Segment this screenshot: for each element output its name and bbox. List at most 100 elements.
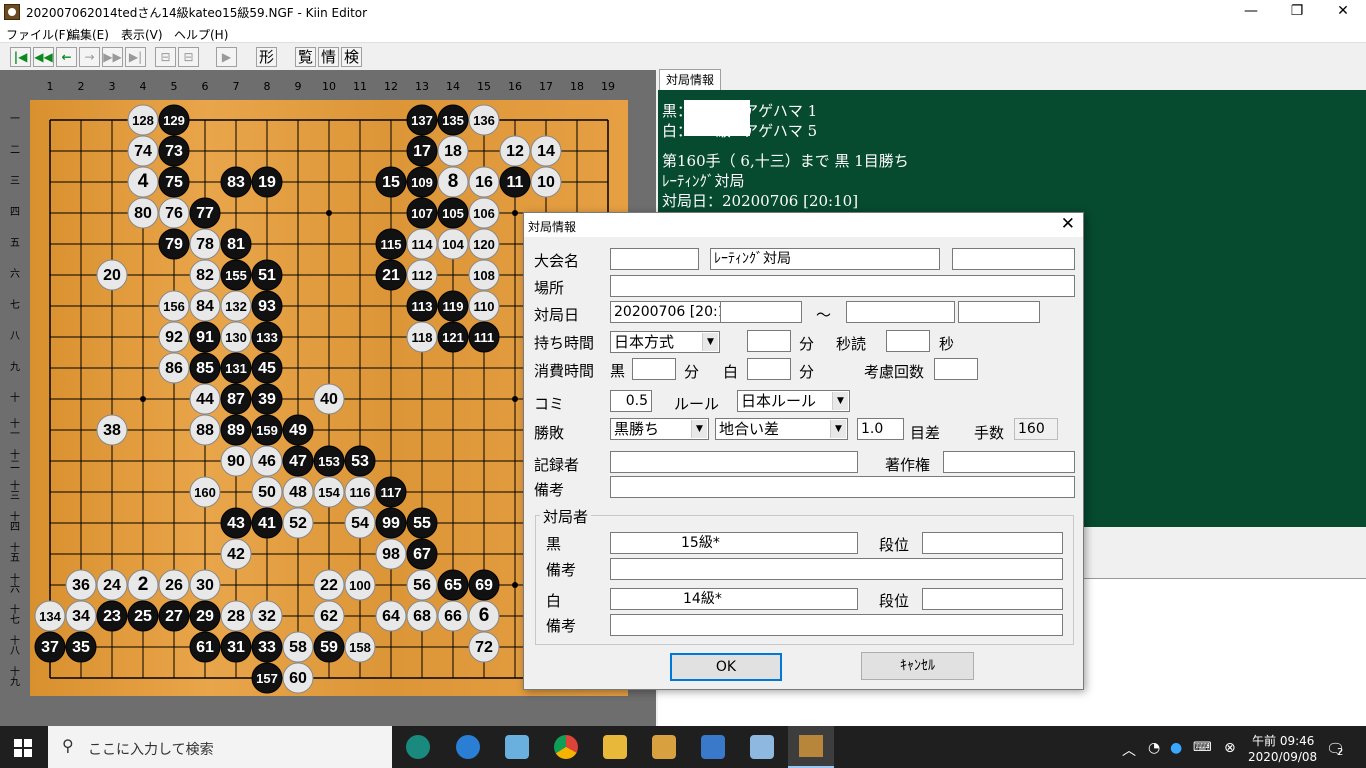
white-stone[interactable]: 108 bbox=[468, 259, 500, 291]
black-stone[interactable]: 111 bbox=[468, 321, 500, 353]
black-stone[interactable]: 153 bbox=[313, 445, 345, 477]
white-stone[interactable]: 118 bbox=[406, 321, 438, 353]
white-stone[interactable]: 72 bbox=[468, 631, 500, 663]
black-stone[interactable]: 69 bbox=[468, 569, 500, 601]
black-stone[interactable]: 135 bbox=[437, 104, 469, 136]
black-stone[interactable]: 159 bbox=[251, 414, 283, 446]
white-stone[interactable]: 48 bbox=[282, 476, 314, 508]
white-stone[interactable]: 44 bbox=[189, 383, 221, 415]
ok-button[interactable]: OK bbox=[670, 653, 782, 681]
black-stone[interactable]: 109 bbox=[406, 166, 438, 198]
black-stone[interactable]: 133 bbox=[251, 321, 283, 353]
white-stone[interactable]: 60 bbox=[282, 662, 314, 694]
black-stone[interactable]: 121 bbox=[437, 321, 469, 353]
white-stone[interactable]: 114 bbox=[406, 228, 438, 260]
white-stone[interactable]: 24 bbox=[96, 569, 128, 601]
black-stone[interactable]: 73 bbox=[158, 135, 190, 167]
black-stone[interactable]: 55 bbox=[406, 507, 438, 539]
white-stone[interactable]: 84 bbox=[189, 290, 221, 322]
black-stone[interactable]: 17 bbox=[406, 135, 438, 167]
variation-prev-icon[interactable]: ⊟ bbox=[155, 47, 176, 67]
white-stone[interactable]: 10 bbox=[530, 166, 562, 198]
black-stone[interactable]: 53 bbox=[344, 445, 376, 477]
white-stone[interactable]: 116 bbox=[344, 476, 376, 508]
black-stone[interactable]: 39 bbox=[251, 383, 283, 415]
white-stone[interactable]: 98 bbox=[375, 538, 407, 570]
consider-count-field[interactable] bbox=[934, 358, 978, 380]
white-stone[interactable]: 40 bbox=[313, 383, 345, 415]
date-end-field[interactable] bbox=[846, 301, 955, 323]
result-winner-select[interactable]: 黒勝ち ▼ bbox=[610, 418, 709, 440]
date-field-2[interactable] bbox=[720, 301, 802, 323]
white-stone[interactable]: 62 bbox=[313, 600, 345, 632]
white-stone[interactable]: 36 bbox=[65, 569, 97, 601]
photos-icon[interactable] bbox=[701, 735, 725, 759]
black-stone[interactable]: 25 bbox=[127, 600, 159, 632]
black-stone[interactable]: 35 bbox=[65, 631, 97, 663]
event-field-1[interactable] bbox=[610, 248, 699, 270]
black-stone[interactable]: 75 bbox=[158, 166, 190, 198]
menu-view[interactable]: 表示(V) bbox=[121, 26, 163, 43]
white-stone[interactable]: 22 bbox=[313, 569, 345, 601]
white-stone[interactable]: 12 bbox=[499, 135, 531, 167]
chrome-icon[interactable] bbox=[554, 735, 578, 759]
edge-icon[interactable] bbox=[406, 735, 430, 759]
first-move-icon[interactable]: |◀ bbox=[10, 47, 31, 67]
white-stone[interactable]: 112 bbox=[406, 259, 438, 291]
black-stone[interactable]: 19 bbox=[251, 166, 283, 198]
white-remarks-field[interactable] bbox=[610, 614, 1063, 636]
white-stone[interactable]: 50 bbox=[251, 476, 283, 508]
white-stone[interactable]: 6 bbox=[468, 600, 500, 632]
list-button[interactable]: 覧 bbox=[295, 47, 316, 67]
white-stone[interactable]: 52 bbox=[282, 507, 314, 539]
search-button[interactable]: 検 bbox=[341, 47, 362, 67]
white-stone[interactable]: 156 bbox=[158, 290, 190, 322]
white-stone[interactable]: 128 bbox=[127, 104, 159, 136]
black-stone[interactable]: 31 bbox=[220, 631, 252, 663]
black-stone[interactable]: 85 bbox=[189, 352, 221, 384]
variation-next-icon[interactable]: ⊟ bbox=[178, 47, 199, 67]
date-end-field-2[interactable] bbox=[958, 301, 1040, 323]
play-icon[interactable]: ▶ bbox=[216, 47, 237, 67]
black-stone[interactable]: 119 bbox=[437, 290, 469, 322]
white-stone[interactable]: 76 bbox=[158, 197, 190, 229]
white-stone[interactable]: 18 bbox=[437, 135, 469, 167]
black-stone[interactable]: 37 bbox=[34, 631, 66, 663]
time-minutes-field[interactable] bbox=[747, 330, 791, 352]
black-stone[interactable]: 137 bbox=[406, 104, 438, 136]
white-stone[interactable]: 154 bbox=[313, 476, 345, 508]
black-stone[interactable]: 87 bbox=[220, 383, 252, 415]
white-stone[interactable]: 14 bbox=[530, 135, 562, 167]
network-icon[interactable]: ◔ bbox=[1148, 740, 1160, 756]
event-field-3[interactable] bbox=[952, 248, 1075, 270]
time-system-select[interactable]: 日本方式 ▼ bbox=[610, 331, 720, 353]
dialog-close-icon[interactable]: ✕ bbox=[1061, 214, 1075, 234]
windows-start-icon[interactable] bbox=[14, 739, 32, 757]
white-stone[interactable]: 66 bbox=[437, 600, 469, 632]
white-stone[interactable]: 160 bbox=[189, 476, 221, 508]
white-stone[interactable]: 42 bbox=[220, 538, 252, 570]
menu-edit[interactable]: 編集(E) bbox=[68, 26, 109, 43]
white-stone[interactable]: 78 bbox=[189, 228, 221, 260]
fast-forward-icon[interactable]: ▶▶ bbox=[102, 47, 123, 67]
white-stone[interactable]: 2 bbox=[127, 569, 159, 601]
back-icon[interactable]: ← bbox=[56, 47, 77, 67]
fast-back-icon[interactable]: ◀◀ bbox=[33, 47, 54, 67]
black-stone[interactable]: 105 bbox=[437, 197, 469, 229]
black-stone[interactable]: 91 bbox=[189, 321, 221, 353]
keyboard-icon[interactable]: ⌨ bbox=[1193, 740, 1212, 755]
white-stone[interactable]: 20 bbox=[96, 259, 128, 291]
cancel-button[interactable]: ｷｬﾝｾﾙ bbox=[861, 652, 974, 680]
white-stone[interactable]: 8 bbox=[437, 166, 469, 198]
clock-time[interactable]: 午前 09:46 bbox=[1252, 732, 1314, 749]
place-field[interactable] bbox=[610, 275, 1075, 297]
black-stone[interactable]: 61 bbox=[189, 631, 221, 663]
clock-date[interactable]: 2020/09/08 bbox=[1248, 750, 1317, 764]
black-stone[interactable]: 11 bbox=[499, 166, 531, 198]
white-stone[interactable]: 134 bbox=[34, 600, 66, 632]
black-stone[interactable]: 77 bbox=[189, 197, 221, 229]
kiin-editor-taskbar-button[interactable] bbox=[788, 726, 834, 768]
close-button[interactable]: ✕ bbox=[1320, 0, 1366, 24]
info-button[interactable]: 情 bbox=[318, 47, 339, 67]
white-stone[interactable]: 68 bbox=[406, 600, 438, 632]
